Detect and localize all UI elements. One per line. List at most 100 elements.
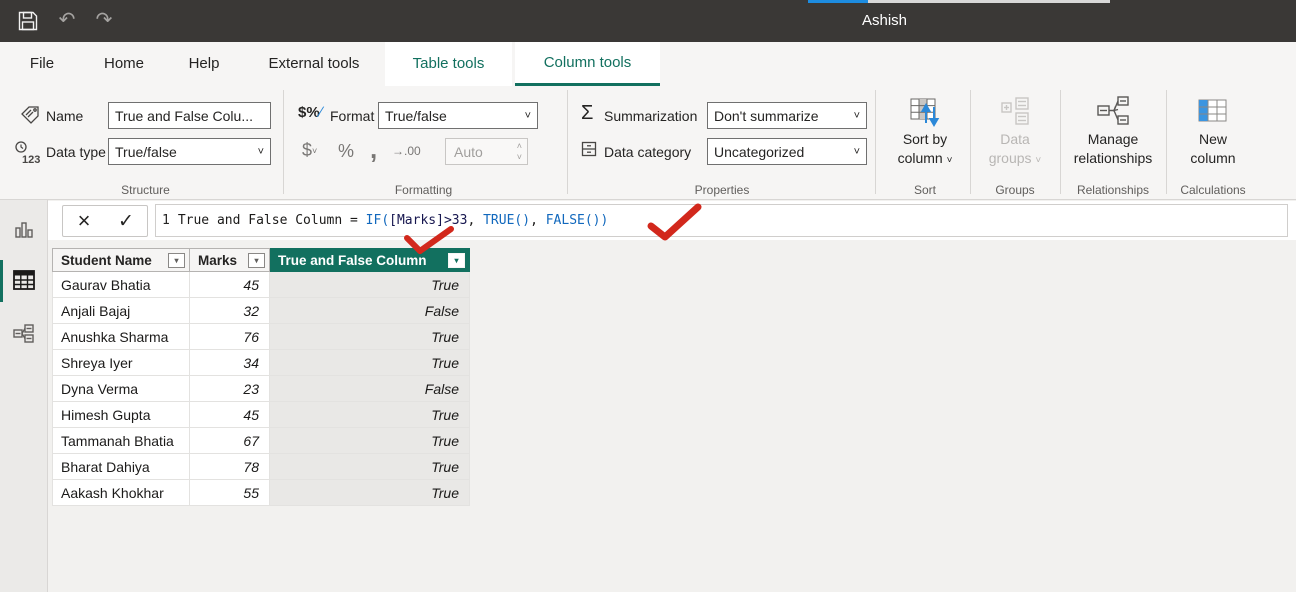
formula-commit-group: × ✓ [62, 205, 148, 237]
data-category-icon [580, 140, 598, 161]
window-title: Ashish [862, 12, 907, 29]
data-view-canvas: Student Name ▾ Marks ▾ True and False Co… [48, 240, 1296, 592]
new-column-icon [1170, 92, 1256, 130]
group-label-sort: Sort [882, 183, 968, 199]
group-label-formatting: Formatting [290, 183, 557, 199]
table-header-row: Student Name ▾ Marks ▾ True and False Co… [52, 248, 470, 272]
ribbon-tab-row: File Home Help External tools Table tool… [0, 42, 1296, 86]
formula-if-function: IF( [366, 213, 389, 228]
table-row[interactable]: Anushka Sharma 76 True [52, 324, 470, 350]
format-label: Format [330, 108, 374, 124]
manage-relationships-icon [1064, 92, 1162, 130]
chevron-down-icon: ˅ [854, 146, 860, 158]
currency-icon[interactable]: $˅ [302, 140, 317, 161]
tab-external-tools[interactable]: External tools [248, 42, 380, 86]
format-select[interactable]: True/false ˅ [378, 102, 538, 129]
group-label-calculations: Calculations [1170, 183, 1256, 199]
format-icon: $%∕ [298, 104, 322, 121]
group-label-groups: Groups [972, 183, 1058, 199]
chevron-down-icon: ˅ [1035, 155, 1041, 166]
group-label-relationships: Relationships [1064, 183, 1162, 199]
chevron-down-icon: ˅ [525, 110, 531, 122]
ribbon-separator [283, 90, 284, 194]
column-name-input[interactable] [108, 102, 271, 129]
tab-home[interactable]: Home [92, 42, 156, 86]
table-row[interactable]: Dyna Verma 23 False [52, 376, 470, 402]
report-view-button[interactable] [0, 208, 48, 254]
table-row[interactable]: Aakash Khokhar 55 True [52, 480, 470, 506]
table-row[interactable]: Shreya Iyer 34 True [52, 350, 470, 376]
data-category-label: Data category [604, 144, 691, 160]
column-header-marks[interactable]: Marks ▾ [190, 248, 270, 272]
data-groups-button: Datagroups ˅ [972, 92, 1058, 170]
spinner-arrows-icon[interactable]: ˄˅ [517, 141, 522, 163]
column-header-true-false[interactable]: True and False Column ▾ [270, 248, 470, 272]
ribbon-separator [567, 90, 568, 194]
title-bar: ↶ ↷ Ashish [0, 0, 1296, 42]
group-label-properties: Properties [575, 183, 869, 199]
commit-icon[interactable]: ✓ [105, 206, 147, 236]
formula-true-function: TRUE() [483, 213, 530, 228]
tab-file[interactable]: File [16, 42, 68, 86]
ribbon: Name 123 Data type True/false ˅ Structur… [0, 86, 1296, 200]
formula-line-number: 1 [156, 213, 178, 228]
data-view-button[interactable] [0, 258, 48, 304]
model-view-icon [12, 323, 36, 348]
filter-dropdown-icon[interactable]: ▾ [448, 253, 465, 268]
data-type-label: Data type [46, 144, 106, 160]
ribbon-separator [875, 90, 876, 194]
tab-column-tools[interactable]: Column tools [515, 42, 660, 86]
table-row[interactable]: Tammanah Bhatia 67 True [52, 428, 470, 454]
sort-by-column-icon [882, 92, 968, 130]
data-view-icon [12, 269, 36, 294]
report-view-icon [13, 219, 35, 244]
redo-icon[interactable]: ↷ [92, 7, 116, 31]
sort-by-column-button[interactable]: Sort bycolumn ˅ [882, 92, 968, 170]
formula-condition: [Marks]>33 [389, 213, 467, 228]
save-icon[interactable] [16, 9, 40, 33]
table-row[interactable]: Bharat Dahiya 78 True [52, 454, 470, 480]
top-progress-blue [808, 0, 868, 3]
dax-formula-input[interactable]: 1 True and False Column = IF( [Marks]>33… [155, 204, 1288, 237]
percent-icon[interactable]: % [338, 141, 354, 162]
data-category-select[interactable]: Uncategorized ˅ [707, 138, 867, 165]
tab-table-tools[interactable]: Table tools [385, 42, 512, 86]
filter-dropdown-icon[interactable]: ▾ [168, 253, 185, 268]
formula-text: True and False Column = [178, 213, 366, 228]
new-column-button[interactable]: Newcolumn [1170, 92, 1256, 168]
thousands-separator-icon[interactable]: , [370, 134, 377, 165]
ribbon-separator [1060, 90, 1061, 194]
tab-help[interactable]: Help [176, 42, 232, 86]
data-type-select[interactable]: True/false ˅ [108, 138, 271, 165]
formula-false-function: FALSE()) [546, 213, 609, 228]
data-table: Student Name ▾ Marks ▾ True and False Co… [52, 248, 470, 506]
ribbon-separator [1166, 90, 1167, 194]
table-row[interactable]: Gaurav Bhatia 45 True [52, 272, 470, 298]
name-label: Name [46, 108, 83, 124]
chevron-down-icon: ˅ [947, 155, 953, 166]
decimal-auto-spinner[interactable]: Auto ˄˅ [445, 138, 528, 165]
sigma-icon: Σ [581, 102, 593, 125]
decimal-places-icon[interactable]: →.00 [392, 144, 421, 158]
formula-bar: × ✓ 1 True and False Column = IF( [Marks… [48, 201, 1296, 240]
manage-relationships-button[interactable]: Managerelationships [1064, 92, 1162, 168]
data-type-icon: 123 [14, 140, 42, 169]
undo-icon[interactable]: ↶ [55, 7, 79, 31]
table-row[interactable]: Anjali Bajaj 32 False [52, 298, 470, 324]
chevron-down-icon: ˅ [854, 110, 860, 122]
chevron-down-icon: ˅ [258, 146, 264, 158]
svg-text:123: 123 [22, 154, 40, 166]
top-progress-light [868, 0, 1110, 3]
summarization-select[interactable]: Don't summarize ˅ [707, 102, 867, 129]
group-label-structure: Structure [20, 183, 271, 199]
filter-dropdown-icon[interactable]: ▾ [248, 253, 265, 268]
summarization-label: Summarization [604, 108, 697, 124]
name-tag-icon [18, 104, 42, 131]
model-view-button[interactable] [0, 312, 48, 358]
ribbon-separator [970, 90, 971, 194]
view-sidebar [0, 200, 48, 592]
table-row[interactable]: Himesh Gupta 45 True [52, 402, 470, 428]
column-header-student-name[interactable]: Student Name ▾ [52, 248, 190, 272]
data-groups-icon [972, 92, 1058, 130]
cancel-icon[interactable]: × [63, 206, 105, 236]
